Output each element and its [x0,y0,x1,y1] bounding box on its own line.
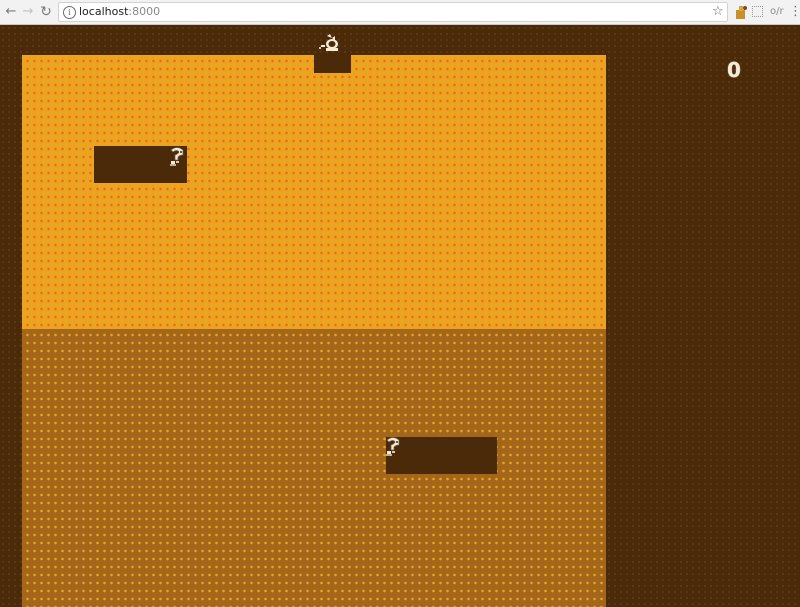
arrow-left-icon: ← [5,4,17,19]
arrow-right-icon: → [22,4,34,19]
player-sprite [319,34,338,51]
url-text: localhost:8000 [79,4,160,20]
star-icon[interactable]: ☆ [712,3,724,21]
cat-icon [319,34,338,51]
upper-room [22,55,606,329]
score-counter: 0 [727,58,741,82]
enemy-sprite [170,147,184,166]
extension-dotted-square-icon[interactable] [752,6,763,17]
extension-label[interactable]: o/r [770,5,784,19]
forward-button[interactable]: → [20,3,36,21]
browser-toolbar: ← → ↻ i localhost:8000 ☆ o/r ⋮ [0,0,800,25]
enemy-sprite [386,437,400,456]
reload-icon: ↻ [40,4,52,20]
info-icon[interactable]: i [63,6,76,19]
pit-top [314,54,351,73]
lower-room [22,329,606,607]
reload-button[interactable]: ↻ [38,3,54,21]
creature-icon [170,147,184,166]
creature-icon [386,437,400,456]
address-bar[interactable]: i localhost:8000 [58,2,728,22]
browser-window: ← → ↻ i localhost:8000 ☆ o/r ⋮ 0 [0,0,800,607]
url-host: localhost [79,5,129,18]
game-canvas[interactable]: 0 [0,25,800,607]
extension-puzzle-icon[interactable] [734,4,748,20]
more-vert-icon[interactable]: ⋮ [789,3,800,21]
url-port: :8000 [128,5,161,18]
back-button[interactable]: ← [3,3,19,21]
